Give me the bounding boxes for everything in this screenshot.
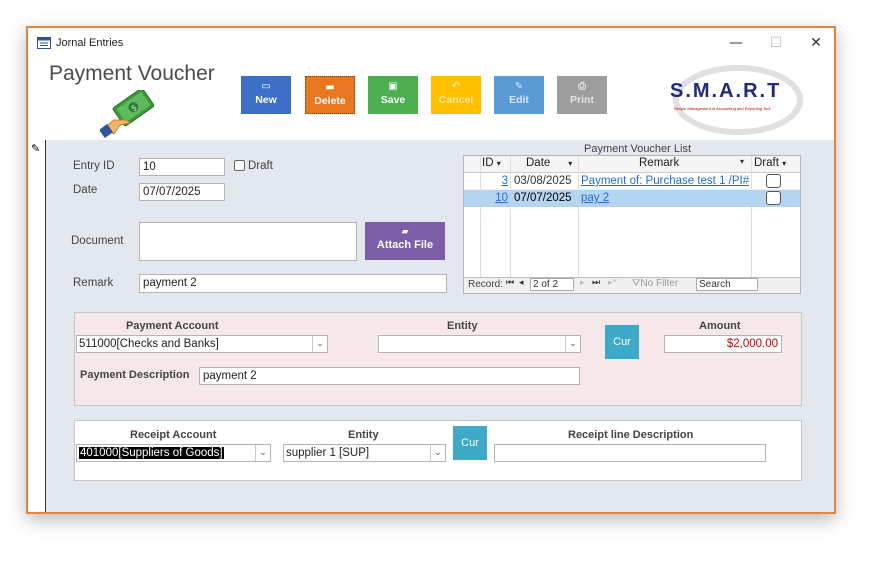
record-position-field[interactable]: 2 of 2	[530, 278, 574, 291]
edit-icon: ✎	[514, 81, 524, 92]
amount-field[interactable]: $2,000.00	[664, 335, 782, 353]
next-record-icon[interactable]: ▸	[580, 278, 585, 288]
payment-entity-select[interactable]: ⌄	[378, 335, 581, 353]
last-record-icon[interactable]: ⏭	[592, 278, 600, 288]
list-header	[464, 156, 800, 173]
new-button[interactable]: ▭ New	[241, 76, 291, 114]
delete-button[interactable]: ▬ Delete	[305, 76, 355, 114]
date-field[interactable]: 07/07/2025	[139, 183, 225, 201]
new-record-icon[interactable]: ▸*	[608, 278, 617, 288]
form-icon	[37, 37, 51, 49]
draft-checkbox[interactable]	[234, 160, 245, 171]
undo-icon: ↶	[451, 81, 461, 92]
search-field[interactable]: Search	[696, 278, 758, 291]
logo-subtitle: Simple Management of Accounting and Repo…	[674, 106, 771, 111]
chevron-down-icon: ⌄	[255, 445, 270, 461]
close-button[interactable]: ✕	[796, 32, 836, 54]
chevron-down-icon: ⌄	[430, 445, 445, 461]
logo-text: S.M.A.R.T	[670, 80, 782, 102]
minimize-button[interactable]: —	[716, 32, 756, 54]
payment-cur-button[interactable]: Cur	[605, 325, 639, 359]
smart-logo: S.M.A.R.T Simple Management of Accountin…	[658, 60, 808, 138]
row-draft-checkbox[interactable]	[766, 191, 781, 205]
row-id[interactable]: 10	[482, 192, 508, 204]
no-filter-button[interactable]: ⛛No Filter	[632, 278, 678, 289]
maximize-button[interactable]: ☐	[756, 32, 796, 54]
window-title: Jornal Entries	[56, 37, 124, 49]
row-remark[interactable]: pay 2	[581, 192, 749, 204]
prev-record-icon[interactable]: ◂	[519, 278, 524, 288]
cancel-button[interactable]: ↶ Cancel	[431, 76, 481, 114]
col-date-header[interactable]: Date ▾	[526, 157, 572, 169]
entry-id-label: Entry ID	[73, 160, 115, 172]
app-window: Jornal Entries — ☐ ✕ Payment Voucher $ ▭…	[26, 26, 836, 514]
row-draft-checkbox[interactable]	[766, 174, 781, 188]
form-header: Payment Voucher $ ▭ New ▬ Delete ▣ Save ↶ Ca…	[28, 58, 834, 140]
chevron-down-icon: ⌄	[312, 336, 327, 352]
print-icon: ⎙	[578, 81, 586, 92]
chevron-down-icon: ⌄	[565, 336, 580, 352]
payment-description-field[interactable]: payment 2	[199, 367, 580, 385]
payment-entity-label: Entity	[447, 320, 478, 332]
receipt-line-description-label: Receipt line Description	[568, 429, 694, 441]
receipt-line-description-field[interactable]	[494, 444, 766, 462]
page-title: Payment Voucher	[49, 62, 215, 85]
money-hand-icon: $	[99, 88, 160, 138]
payment-account-label: Payment Account	[126, 320, 219, 332]
title-bar: Jornal Entries — ☐ ✕	[28, 28, 834, 58]
row-id[interactable]: 3	[482, 175, 508, 187]
entry-id-field[interactable]: 10	[139, 158, 225, 176]
col-draft-header[interactable]: Draft ▾	[754, 157, 786, 169]
record-selector[interactable]: ✎	[28, 140, 46, 512]
payment-account-select[interactable]: 511000[Checks and Banks] ⌄	[76, 335, 328, 353]
remark-sort-icon[interactable]: ▾	[740, 157, 744, 166]
date-label: Date	[73, 184, 98, 196]
row-remark[interactable]: Payment of: Purchase test 1 /PI#	[581, 175, 749, 187]
payment-description-label: Payment Description	[80, 369, 190, 381]
remark-label: Remark	[73, 277, 114, 289]
voucher-list: ID ▾ Date ▾ Remark ▾ Draft ▾ 3 03/08/2025…	[463, 155, 801, 294]
receipt-cur-button[interactable]: Cur	[453, 426, 487, 460]
edit-pencil-icon: ✎	[31, 142, 41, 155]
remark-field[interactable]: payment 2	[139, 274, 447, 293]
document-label: Document	[71, 235, 124, 247]
receipt-account-select[interactable]: 401000[Suppliers of Goods] ⌄	[76, 444, 271, 462]
list-title: Payment Voucher List	[584, 143, 692, 155]
row-date: 07/07/2025	[514, 192, 572, 204]
first-record-icon[interactable]: ⏮	[506, 278, 514, 288]
print-button[interactable]: ⎙ Print	[557, 76, 607, 114]
row-date: 03/08/2025	[514, 175, 572, 187]
attach-folder-icon: ▰	[401, 227, 409, 237]
receipt-entity-select[interactable]: supplier 1 [SUP] ⌄	[283, 444, 446, 462]
receipt-account-label: Receipt Account	[130, 429, 217, 441]
amount-label: Amount	[699, 320, 741, 332]
record-label: Record:	[468, 279, 504, 290]
col-remark-header[interactable]: Remark	[639, 157, 679, 169]
edit-button[interactable]: ✎ Edit	[494, 76, 544, 114]
delete-icon: ▬	[325, 82, 335, 93]
document-field[interactable]	[139, 222, 357, 261]
draft-label: Draft	[248, 160, 273, 172]
new-icon: ▭	[261, 81, 271, 92]
save-icon: ▣	[388, 81, 398, 92]
save-button[interactable]: ▣ Save	[368, 76, 418, 114]
col-id-header[interactable]: ID ▾	[482, 157, 512, 169]
receipt-entity-label: Entity	[348, 429, 379, 441]
attach-file-button[interactable]: ▰ Attach File	[365, 222, 445, 260]
